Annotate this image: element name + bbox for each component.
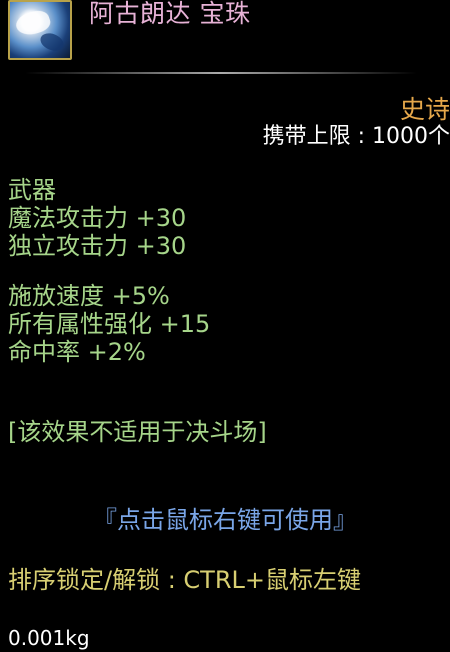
item-title: 阿古朗达 宝珠 — [89, 0, 251, 28]
divider — [25, 72, 417, 74]
carry-limit: 携带上限 : 1000个 — [262, 124, 450, 149]
stat-line: 魔法攻击力 +30 — [8, 204, 187, 232]
stat-line: 命中率 +2% — [8, 338, 146, 366]
use-hint: 『点击鼠标右键可使用』 — [93, 506, 357, 534]
stat-line: 所有属性强化 +15 — [8, 310, 211, 338]
stat-line: 独立攻击力 +30 — [8, 232, 187, 260]
effect-note: [该效果不适用于决斗场] — [8, 418, 267, 446]
item-weight: 0.001kg — [8, 626, 90, 650]
stat-line: 施放速度 +5% — [8, 282, 170, 310]
orb-icon — [8, 0, 72, 60]
item-stats: 武器 魔法攻击力 +30 独立攻击力 +30 施放速度 +5% 所有属性强化 +… — [8, 176, 438, 366]
stat-category: 武器 — [8, 176, 56, 204]
lock-hint: 排序锁定/解锁 : CTRL+鼠标左键 — [8, 566, 362, 594]
